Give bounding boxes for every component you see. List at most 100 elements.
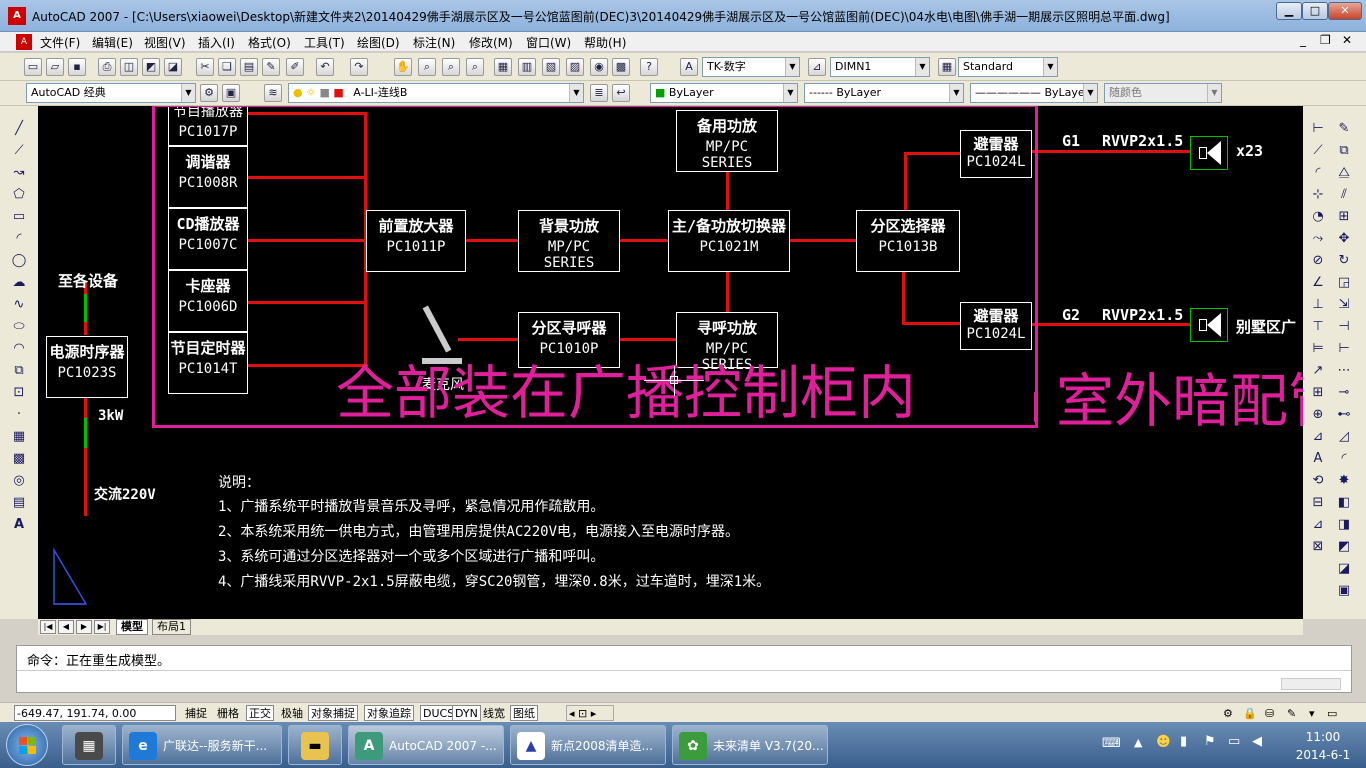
dim-update-icon[interactable]: ⟲ [1309,472,1327,490]
dim-ordinate-icon[interactable]: ⊹ [1309,186,1327,204]
task-autocad[interactable]: A AutoCAD 2007 -... [348,725,504,765]
gradient-icon[interactable]: ▩ [10,450,28,468]
draw-order-above-icon[interactable]: ◪ [1335,560,1353,578]
menu-file[interactable]: 文件(F) [40,34,80,51]
dim-radius-icon[interactable]: ◔ [1309,208,1327,226]
erase-icon[interactable]: ✎ [1335,120,1353,138]
preview-icon[interactable]: ◫ [120,58,138,76]
minimize-button[interactable]: ▁ [1276,2,1302,20]
extend-icon[interactable]: ⊢ [1335,340,1353,358]
keyboard-icon[interactable]: ⌨ [1102,736,1121,751]
center-mark-icon[interactable]: ⊕ [1309,406,1327,424]
pinned-calculator[interactable]: ▦ [62,725,116,765]
polygon-icon[interactable]: ⬠ [10,186,28,204]
zoom-window-icon[interactable]: ⌕ [442,58,460,76]
table-style-select[interactable]: Standard ▼ [958,57,1058,77]
dim-style-icon[interactable]: ⊟ [1309,494,1327,512]
ellipse-icon[interactable]: ⬭ [10,318,28,336]
task-weilai[interactable]: ✿ 未来清单 V3.7(20... [672,725,828,765]
doc-restore-button[interactable]: ❐ [1320,33,1331,47]
zoom-previous-icon[interactable]: ⌕ [466,58,484,76]
osnap-toggle[interactable]: 对象捕捉 [308,705,358,721]
power-sequencer-box[interactable]: 电源时序器 PC1023S [46,336,128,398]
dim-style-icon[interactable]: ⊿ [808,58,826,76]
close-button[interactable]: ✕ [1328,2,1362,20]
menu-insert[interactable]: 插入(I) [198,34,235,51]
menu-modify[interactable]: 修改(M) [469,34,513,51]
clock-time[interactable]: 11:00 [1298,730,1348,744]
tolerance-icon[interactable]: ⊞ [1309,384,1327,402]
table-icon[interactable]: ▤ [10,494,28,512]
otrack-toggle[interactable]: 对象追踪 [364,705,414,721]
pinned-explorer[interactable]: ▬ [288,725,342,765]
text-style-select[interactable]: TK-数字 ▼ [702,57,800,77]
properties-icon[interactable]: ▦ [494,58,512,76]
publish-icon[interactable]: ◩ [142,58,160,76]
menu-help[interactable]: 帮助(H) [584,34,626,51]
spline-icon[interactable]: ∿ [10,296,28,314]
make-current-layer-icon[interactable]: ≣ [590,84,608,102]
tool-palette-icon[interactable]: ▧ [542,58,560,76]
annotation-scale-icon[interactable]: ⚙ [1220,705,1236,721]
table-style-icon[interactable]: ▦ [938,58,956,76]
design-center-icon[interactable]: ▥ [518,58,536,76]
menu-dimension[interactable]: 标注(N) [413,34,455,51]
tab-next-button[interactable]: ▶ [76,620,92,634]
grid-toggle[interactable]: 栅格 [214,705,242,721]
calculator-icon[interactable]: ▩ [612,58,630,76]
dim-override-icon[interactable]: ⊠ [1309,538,1327,556]
task-xindian[interactable]: ▲ 新点2008清单造... [510,725,666,765]
tray-app-icon[interactable]: ☻ [1156,734,1171,750]
explode-icon[interactable]: ✸ [1335,472,1353,490]
plot-icon[interactable]: ◪ [164,58,182,76]
dim-style-2-icon[interactable]: ⊿ [1309,516,1327,534]
fillet-icon[interactable]: ◜ [1335,450,1353,468]
offset-icon[interactable]: ⫽ [1335,186,1353,204]
new-icon[interactable]: ▭ [24,58,42,76]
construction-line-icon[interactable]: ⟋ [10,142,28,160]
insert-block-icon[interactable]: ⧉ [10,362,28,380]
tab-first-button[interactable]: |◀ [40,620,56,634]
drawing-canvas[interactable]: 节目播放器 PC1017P 调谐器 PC1008R CD播放器 PC1007C … [38,106,1303,619]
array-icon[interactable]: ⊞ [1335,208,1353,226]
network-icon[interactable]: ▮ [1180,734,1187,749]
zoom-realtime-icon[interactable]: ⌕ [418,58,436,76]
ellipse-arc-icon[interactable]: ◠ [10,340,28,358]
stretch-icon[interactable]: ⇲ [1335,296,1353,314]
dim-aligned-icon[interactable]: ⟋ [1309,142,1327,160]
dim-diameter-icon[interactable]: ⊘ [1309,252,1327,270]
dim-arc-icon[interactable]: ◜ [1309,164,1327,182]
dim-linear-icon[interactable]: ⊢ [1309,120,1327,138]
markup-icon[interactable]: ◉ [590,58,608,76]
clock-date[interactable]: 2014-6-1 [1292,748,1354,762]
copy-icon[interactable]: ❏ [218,58,236,76]
mirror-icon[interactable]: ⧋ [1335,164,1353,182]
chamfer-icon[interactable]: ◿ [1335,428,1353,446]
sheet-set-icon[interactable]: ▨ [566,58,584,76]
dim-continue-icon[interactable]: ⊨ [1309,340,1327,358]
text-style-icon[interactable]: A [680,58,698,76]
clean-screen-icon[interactable]: ▭ [1324,705,1340,721]
communication-icon[interactable]: ⛁ [1262,705,1277,721]
multiline-text-icon[interactable]: A [10,516,28,534]
menu-view[interactable]: 视图(V) [144,34,186,51]
move-icon[interactable]: ✥ [1335,230,1353,248]
print-icon[interactable]: ⎙ [98,58,116,76]
volume-icon[interactable]: ◀ [1252,734,1262,749]
snap-toggle[interactable]: 捕捉 [182,705,210,721]
show-hidden-icons-chevron-icon[interactable]: ▲ [1134,736,1142,749]
trim-icon[interactable]: ⊣ [1335,318,1353,336]
color-select[interactable]: ■ ByLayer ▼ [650,83,798,103]
polar-toggle[interactable]: 极轴 [278,705,306,721]
doc-minimize-button[interactable]: _ [1300,33,1306,47]
lock-icon[interactable]: 🔒 [1240,705,1260,721]
rotate-icon[interactable]: ↻ [1335,252,1353,270]
autocad-app-icon[interactable]: A [8,7,26,25]
task-glodon[interactable]: e 广联达--服务新干... [122,725,282,765]
command-window[interactable]: 命令：正在重生成模型。 [16,645,1352,693]
draw-order-icon[interactable]: ◧ [1335,494,1353,512]
linetype-select[interactable]: ------ ByLayer ▼ [804,83,964,103]
draw-order-back-icon[interactable]: ◨ [1335,516,1353,534]
lineweight-toggle[interactable]: 线宽 [480,705,508,721]
workspace-save-icon[interactable]: ▣ [222,84,240,102]
